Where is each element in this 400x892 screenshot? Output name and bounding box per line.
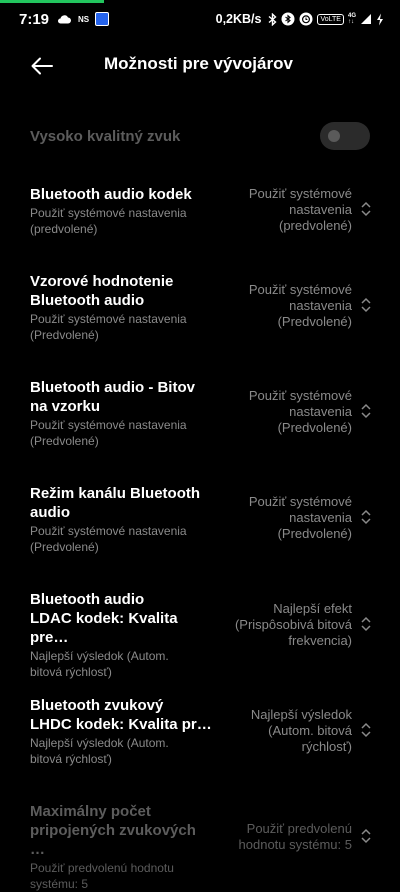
status-time: 7:19 xyxy=(19,10,50,28)
setting-subtitle: Použiť systémové nastavenia (Predvolené) xyxy=(30,418,187,448)
chevron-up-down-icon xyxy=(361,828,371,844)
status-bar-right: 0,2KB/s VoLTE 4G ↑↓ xyxy=(216,12,384,26)
signal-icon xyxy=(361,14,371,24)
status-bar-left: 7:19 NS xyxy=(19,10,110,28)
setting-title: Režim kanálu Bluetooth audio xyxy=(30,485,201,521)
volte-icon: VoLTE xyxy=(317,13,344,25)
status-bar: 7:19 NS 0,2KB/s VoLTE 4G ↑↓ xyxy=(0,0,400,38)
back-arrow-icon xyxy=(31,57,53,75)
setting-lhdc-codec-quality[interactable]: Bluetooth zvukový LHDC kodek: Kvalita pr… xyxy=(30,696,380,766)
chevron-up-down-icon xyxy=(361,297,371,313)
bluetooth-icon xyxy=(269,12,278,26)
setting-subtitle: Použiť systémové nastavenia (predvolené) xyxy=(30,206,187,236)
setting-value: Použiť systémové nastavenia (predvolené) xyxy=(248,186,352,233)
page-title: Možnosti pre vývojárov xyxy=(104,54,293,73)
setting-bluetooth-audio-codec[interactable]: Bluetooth audio kodek Použiť systémové n… xyxy=(30,185,380,239)
setting-title: Maximálny počet pripojených zvukových … xyxy=(30,803,196,858)
setting-title: Vzorové hodnotenie Bluetooth audio xyxy=(30,273,174,309)
setting-subtitle: Použiť systémové nastavenia (Predvolené) xyxy=(30,312,187,342)
setting-value: Použiť systémové nastavenia (Predvolené) xyxy=(248,388,352,435)
chevron-up-down-icon xyxy=(361,616,371,632)
bluetooth-headset-icon xyxy=(281,12,295,26)
setting-subtitle: Použiť predvolenú hodnotu systému: 5 xyxy=(30,861,174,891)
cloud-icon xyxy=(58,15,72,24)
setting-value: Najlepší výsledok (Autom. bitová rýchlos… xyxy=(250,707,352,754)
setting-value: Najlepší efekt (Prispôsobivá bitová frek… xyxy=(234,601,352,648)
high-quality-audio-toggle[interactable] xyxy=(320,122,370,150)
setting-high-quality-audio[interactable]: Vysoko kvalitný zvuk xyxy=(30,122,380,152)
setting-title: Vysoko kvalitný zvuk xyxy=(30,128,181,145)
header: Možnosti pre vývojárov xyxy=(0,40,400,92)
setting-max-connected-audio-devices[interactable]: Maximálny počet pripojených zvukových … … xyxy=(30,802,380,891)
setting-bluetooth-sample-rate[interactable]: Vzorové hodnotenie Bluetooth audio Použi… xyxy=(30,272,380,342)
battery-charging-icon xyxy=(377,13,383,25)
chevron-up-down-icon xyxy=(361,722,371,738)
alarm-icon xyxy=(299,12,313,26)
setting-ldac-codec-quality[interactable]: Bluetooth audio LDAC kodek: Kvalita pre…… xyxy=(30,590,380,679)
setting-bluetooth-bits-per-sample[interactable]: Bluetooth audio - Bitov na vzorku Použiť… xyxy=(30,378,380,448)
status-net-speed: 0,2KB/s xyxy=(215,12,262,26)
setting-subtitle: Najlepší výsledok (Autom. bitová rýchlos… xyxy=(30,649,169,679)
chevron-up-down-icon xyxy=(361,509,371,525)
net-activity-arrows: ↑↓ xyxy=(347,19,354,25)
setting-value: Použiť systémové nastavenia (Predvolené) xyxy=(248,282,352,329)
back-button[interactable] xyxy=(20,48,64,84)
setting-title: Bluetooth audio kodek xyxy=(30,186,192,203)
setting-title: Bluetooth audio - Bitov na vzorku xyxy=(30,379,195,415)
setting-value: Použiť systémové nastavenia (Predvolené) xyxy=(248,494,352,541)
setting-value: Použiť predvolenú hodnotu systému: 5 xyxy=(238,821,352,852)
setting-subtitle: Najlepší výsledok (Autom. bitová rýchlos… xyxy=(30,736,169,766)
mobile-data-indicator: 4G ↑↓ xyxy=(348,13,356,25)
setting-title: Bluetooth zvukový LHDC kodek: Kvalita pr… xyxy=(30,697,212,733)
status-ns-label: NS xyxy=(78,14,90,24)
chevron-up-down-icon xyxy=(361,403,371,419)
app-notification-icon xyxy=(95,12,110,26)
chevron-up-down-icon xyxy=(361,201,371,217)
setting-title: Bluetooth audio LDAC kodek: Kvalita pre… xyxy=(30,591,178,646)
setting-subtitle: Použiť systémové nastavenia (Predvolené) xyxy=(30,524,187,554)
setting-bluetooth-channel-mode[interactable]: Režim kanálu Bluetooth audio Použiť syst… xyxy=(30,484,380,554)
toggle-knob xyxy=(328,130,340,142)
